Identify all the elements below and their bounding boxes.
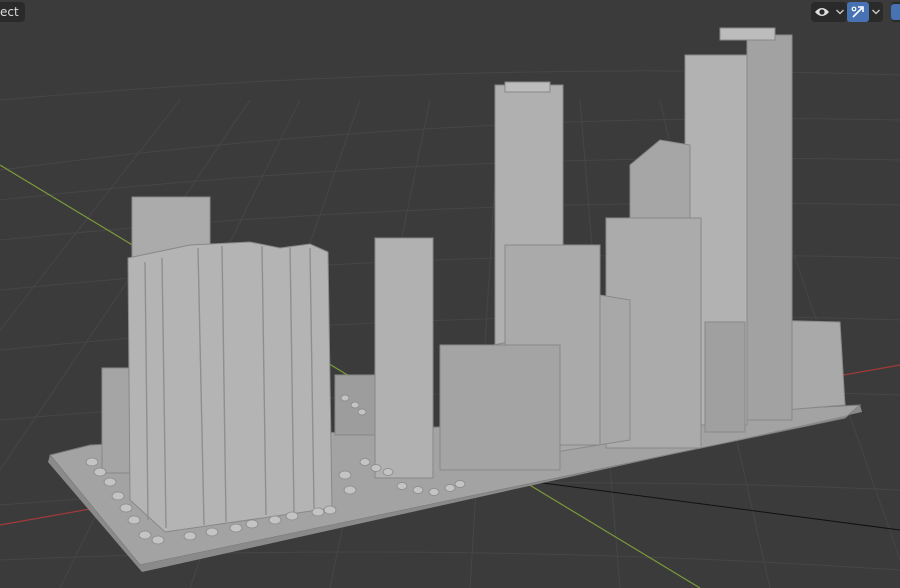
mode-select-button[interactable]: ect xyxy=(0,2,25,22)
visibility-dropdown[interactable] xyxy=(811,2,847,22)
viewport-scene[interactable] xyxy=(0,0,900,588)
overlay-icon xyxy=(891,4,900,20)
building-left-tall xyxy=(127,241,333,533)
building-slim-tower xyxy=(374,237,434,479)
building-tall-right-top xyxy=(719,27,776,41)
mode-select-label: ect xyxy=(0,5,19,19)
overlay-toggle-button[interactable] xyxy=(891,2,900,22)
3d-viewport[interactable]: ect xyxy=(0,0,900,588)
building-slim-right xyxy=(704,321,746,433)
gizmo-arrow-icon[interactable] xyxy=(847,2,869,22)
building-center-low xyxy=(439,344,561,471)
eye-icon[interactable] xyxy=(811,2,833,22)
chevron-down-icon[interactable] xyxy=(869,2,883,22)
gizmo-dropdown[interactable] xyxy=(847,2,883,22)
chevron-down-icon[interactable] xyxy=(833,2,847,22)
building-tall-right-side xyxy=(746,34,793,421)
building-center-tall-top xyxy=(504,81,551,93)
